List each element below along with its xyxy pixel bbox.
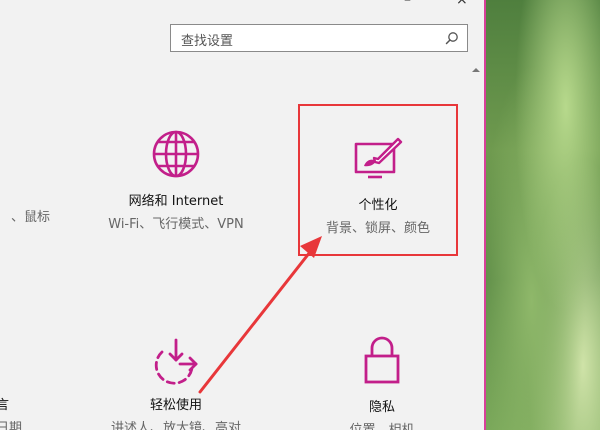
settings-window: – × 查找设置 、鼠标 网络和 Internet Wi-Fi、飞行模式、VPN [0, 0, 484, 430]
annotation-arrow [198, 236, 322, 394]
desktop-wallpaper [486, 0, 600, 430]
